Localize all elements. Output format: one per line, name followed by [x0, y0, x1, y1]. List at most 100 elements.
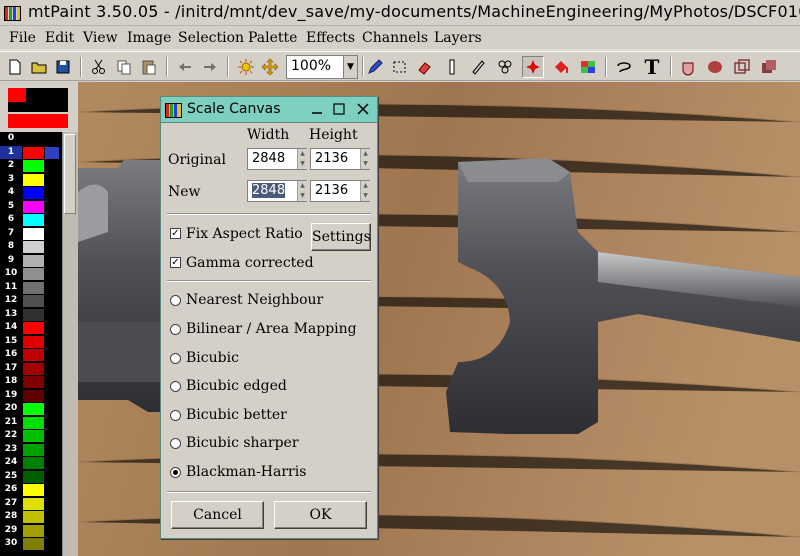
redo-icon[interactable]: [199, 56, 221, 78]
open-folder-icon[interactable]: [28, 56, 50, 78]
palette-swatch[interactable]: [23, 227, 44, 240]
palette-scrollbar[interactable]: [62, 132, 78, 556]
palette-swatch[interactable]: [23, 308, 44, 321]
palette-swatch[interactable]: [23, 362, 44, 375]
palette-swatch[interactable]: [23, 254, 44, 267]
menu-selection[interactable]: Selection: [178, 30, 244, 46]
palette-row[interactable]: 25: [0, 470, 62, 484]
palette-row[interactable]: 12: [0, 294, 62, 308]
palette-swatch[interactable]: [23, 241, 44, 253]
method-radio-bilinear[interactable]: [170, 324, 181, 335]
palette-row[interactable]: 1: [0, 145, 62, 159]
maximize-icon[interactable]: [331, 101, 347, 117]
palette-swatch[interactable]: [23, 200, 44, 213]
gamma-checkbox[interactable]: ✓: [170, 257, 181, 268]
menu-channels[interactable]: Channels: [362, 30, 428, 46]
palette-row[interactable]: 10: [0, 267, 62, 281]
palette-swatch[interactable]: [23, 295, 44, 307]
cup-icon[interactable]: [678, 56, 700, 78]
original-width-field[interactable]: 2848 ▲ ▼: [247, 148, 307, 170]
method-radio-bicubic-better[interactable]: [170, 410, 181, 421]
method-label-bilinear[interactable]: Bilinear / Area Mapping: [186, 321, 357, 337]
color-swatch-preview[interactable]: [6, 86, 68, 130]
method-radio-nearest[interactable]: [170, 295, 181, 306]
palette-row[interactable]: 22: [0, 429, 62, 443]
minimize-icon[interactable]: [309, 101, 325, 117]
palette-swatch[interactable]: [23, 349, 44, 361]
palette-swatch[interactable]: [23, 281, 44, 294]
palette-swatch[interactable]: [23, 457, 44, 469]
method-label-bicubic[interactable]: Bicubic: [186, 350, 239, 366]
palette-row[interactable]: 23: [0, 443, 62, 457]
zoom-select[interactable]: 100% ▼: [286, 55, 358, 79]
original-height-field[interactable]: 2136 ▲ ▼: [310, 148, 370, 170]
menu-view[interactable]: View: [83, 30, 118, 46]
palette-row[interactable]: 19: [0, 389, 62, 403]
ok-button[interactable]: OK: [274, 501, 367, 529]
palette-row[interactable]: 30: [0, 537, 62, 551]
palette-swatch[interactable]: [23, 524, 44, 537]
palette-row[interactable]: 11: [0, 281, 62, 295]
palette-list[interactable]: 0 1 2 3 4 5 6 7 8 9 10 11 12 13 14 15 16 17 18 19 20 21 22 23 24…: [0, 132, 62, 556]
method-radio-bicubic-edged[interactable]: [170, 381, 181, 392]
palette-row[interactable]: 14: [0, 321, 62, 335]
palette-row[interactable]: 8: [0, 240, 62, 254]
palette-swatch[interactable]: [23, 133, 44, 145]
chevron-down-icon[interactable]: ▼: [343, 56, 357, 78]
palette-swatch[interactable]: [23, 173, 44, 186]
palette-swatch[interactable]: [23, 416, 44, 429]
undo-icon[interactable]: [174, 56, 196, 78]
palette-row[interactable]: 3: [0, 173, 62, 187]
save-icon[interactable]: [52, 56, 74, 78]
palette-row[interactable]: 13: [0, 308, 62, 322]
palette-row[interactable]: 17: [0, 362, 62, 376]
palette-row[interactable]: 20: [0, 402, 62, 416]
palette-swatch[interactable]: [23, 268, 44, 280]
palette-swatch[interactable]: [23, 376, 44, 388]
line-icon[interactable]: [441, 56, 463, 78]
palette-swatch[interactable]: [23, 484, 44, 496]
palette-swatch[interactable]: [23, 497, 44, 510]
method-label-blackman-harris[interactable]: Blackman-Harris: [186, 464, 306, 480]
palette-row[interactable]: 15: [0, 335, 62, 349]
menu-layers[interactable]: Layers: [434, 30, 482, 46]
fix-aspect-label[interactable]: Fix Aspect Ratio: [186, 226, 303, 242]
palette-row[interactable]: 4: [0, 186, 62, 200]
method-radio-bicubic[interactable]: [170, 353, 181, 364]
palette-swatch[interactable]: [23, 214, 44, 226]
method-label-bicubic-sharper[interactable]: Bicubic sharper: [186, 435, 299, 451]
settings-button[interactable]: Settings: [311, 223, 371, 251]
menu-file[interactable]: File: [9, 30, 36, 46]
gradient-icon[interactable]: [577, 56, 599, 78]
palette-row[interactable]: 28: [0, 510, 62, 524]
palette-swatch[interactable]: [23, 538, 44, 550]
select-icon[interactable]: [389, 56, 411, 78]
menu-edit[interactable]: Edit: [45, 30, 74, 46]
method-label-nearest[interactable]: Nearest Neighbour: [186, 292, 323, 308]
palette-row[interactable]: 7: [0, 227, 62, 241]
flood-fill-icon[interactable]: [550, 56, 572, 78]
palette-row[interactable]: 29: [0, 524, 62, 538]
smudge-icon[interactable]: [467, 56, 489, 78]
palette-swatch[interactable]: [23, 160, 44, 172]
lasso-icon[interactable]: [613, 56, 635, 78]
palette-swatch[interactable]: [23, 443, 44, 456]
clone-icon[interactable]: [494, 56, 516, 78]
fix-aspect-checkbox[interactable]: ✓: [170, 228, 181, 239]
eraser-icon[interactable]: [414, 56, 436, 78]
palette-swatch[interactable]: [23, 322, 44, 334]
close-icon[interactable]: [355, 101, 371, 117]
menu-palette[interactable]: Palette: [248, 30, 297, 46]
palette-row[interactable]: 26: [0, 483, 62, 497]
cancel-button[interactable]: Cancel: [171, 501, 264, 529]
palette-row[interactable]: 21: [0, 416, 62, 430]
blob-icon[interactable]: [704, 56, 726, 78]
brightness-icon[interactable]: [235, 56, 257, 78]
layers-icon[interactable]: [731, 56, 753, 78]
palette-row[interactable]: 5: [0, 200, 62, 214]
paste-icon[interactable]: [138, 56, 160, 78]
new-file-icon[interactable]: [4, 56, 26, 78]
copy-icon[interactable]: [113, 56, 135, 78]
method-radio-blackman-harris[interactable]: [170, 467, 181, 478]
palette-row[interactable]: 0: [0, 132, 62, 146]
